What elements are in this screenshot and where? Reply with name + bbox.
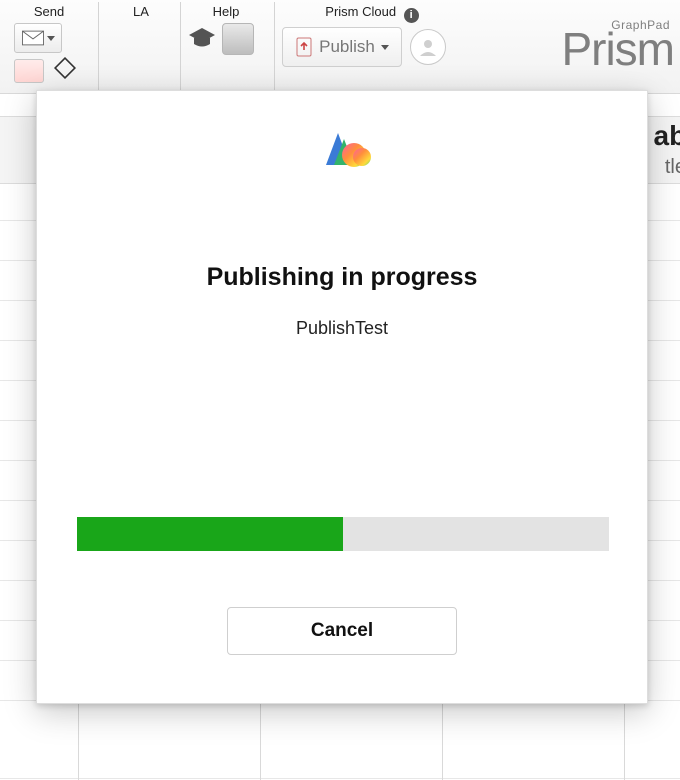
user-icon xyxy=(417,36,439,58)
mail-icon xyxy=(22,30,44,46)
divider xyxy=(98,2,99,90)
prism-cloud-logo-icon xyxy=(312,125,372,169)
obscured-text-right-2: tle xyxy=(665,156,680,179)
toolbar-group-send: Send xyxy=(14,0,84,91)
toolbar-group-label: Help xyxy=(213,0,240,19)
toolbar-group-cloud: Prism Cloud i Publish xyxy=(282,0,462,93)
publish-label: Publish xyxy=(319,37,375,57)
dialog-project-name: PublishTest xyxy=(37,318,647,339)
info-icon[interactable]: i xyxy=(404,8,419,23)
col-separator xyxy=(624,700,625,780)
col-separator xyxy=(260,700,261,780)
app-window: Send LA Help xyxy=(0,0,680,780)
divider xyxy=(180,2,181,90)
send-mail-button[interactable] xyxy=(14,23,62,53)
chevron-down-icon xyxy=(381,45,389,50)
progress-fill xyxy=(77,517,343,551)
graduation-cap-icon xyxy=(187,26,217,52)
cloud-label-text: Prism Cloud xyxy=(325,4,396,19)
cancel-label: Cancel xyxy=(311,620,373,642)
cancel-button[interactable]: Cancel xyxy=(227,607,457,655)
row-separator xyxy=(0,778,680,779)
send-option-button[interactable] xyxy=(14,59,44,83)
publish-progress-dialog: Publishing in progress PublishTest Cance… xyxy=(36,90,648,704)
account-avatar-button[interactable] xyxy=(410,29,446,65)
divider xyxy=(274,2,275,90)
progress-bar xyxy=(77,517,609,551)
publish-button[interactable]: Publish xyxy=(282,27,402,67)
toolbar: Send LA Help xyxy=(0,0,680,94)
help-doc-button[interactable] xyxy=(222,23,254,55)
toolbar-group-help: Help xyxy=(186,0,266,91)
toolbar-group-label: LA xyxy=(133,0,149,19)
col-separator xyxy=(78,700,79,780)
send-diamond-button[interactable] xyxy=(50,53,80,83)
toolbar-group-la: LA xyxy=(110,0,172,21)
brand-logo: GraphPad Prism xyxy=(561,18,674,66)
chevron-down-icon xyxy=(47,36,55,41)
diamond-icon xyxy=(54,57,76,79)
obscured-text-right-1: abl xyxy=(654,120,680,152)
upload-icon xyxy=(295,36,313,58)
col-separator xyxy=(442,700,443,780)
toolbar-group-label: Prism Cloud i xyxy=(325,0,418,23)
brand-big-text: Prism xyxy=(561,32,674,66)
toolbar-group-label: Send xyxy=(34,0,64,19)
dialog-title: Publishing in progress xyxy=(37,263,647,292)
tutorial-button[interactable] xyxy=(186,23,218,55)
